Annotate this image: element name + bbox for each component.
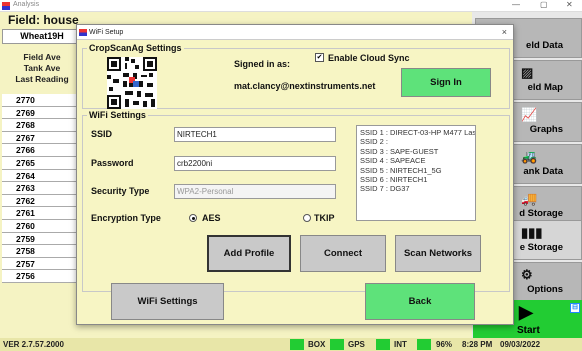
crop-label: Wheat19H	[2, 29, 82, 44]
encryption-aes-radio[interactable]	[189, 214, 197, 222]
sign-in-button[interactable]: Sign In	[401, 68, 491, 97]
dialog-title: WiFi Setup	[89, 29, 124, 36]
scan-networks-button[interactable]: Scan Networks	[395, 235, 481, 272]
sidebar-item-label: eld Data	[526, 40, 563, 51]
table-row: 2760	[2, 219, 78, 233]
list-item[interactable]: SSID 7 : DG37	[360, 184, 472, 193]
sidebar-item-label: e Storage	[519, 242, 563, 253]
list-item[interactable]: SSID 3 : SAPE-GUEST	[360, 147, 472, 156]
qr-code	[107, 57, 157, 109]
map-icon: ▨	[521, 65, 534, 80]
list-item[interactable]: SSID 5 : NIRTECH1_5G	[360, 166, 472, 175]
gps-indicator: GPS	[348, 340, 365, 349]
table-row: 2768	[2, 119, 78, 132]
cloud-sync-label: Enable Cloud Sync	[328, 53, 410, 63]
truck-icon: 🚚	[521, 191, 538, 206]
add-profile-button[interactable]: Add Profile	[207, 235, 291, 272]
connect-button[interactable]: Connect	[300, 235, 386, 272]
list-item[interactable]: SSID 2 :	[360, 137, 472, 146]
list-item[interactable]: SSID 4 : SAPEACE	[360, 156, 472, 165]
field-title: Field: house	[8, 13, 79, 27]
encryption-aes-label: AES	[202, 213, 221, 223]
field-ave-label: Field Ave	[23, 52, 61, 62]
tractor-icon: 🚜	[521, 149, 538, 164]
battery-level: 96%	[436, 340, 453, 349]
gps-indicator-light	[330, 339, 344, 350]
table-row: 2756	[2, 270, 78, 283]
dialog-app-icon	[79, 29, 87, 36]
table-row: 2763	[2, 182, 78, 195]
sidebar-item-label: Options	[527, 284, 563, 295]
sidebar-item-label: eld Map	[527, 82, 563, 93]
wifi-settings-legend: WiFi Settings	[89, 110, 146, 120]
ssid-field[interactable]: NIRTECH1	[174, 127, 336, 142]
app-titlebar: Analysis — ▢ ✕	[0, 0, 582, 12]
graph-icon: 📈	[521, 107, 538, 122]
encryption-type-label: Encryption Type	[91, 213, 161, 223]
table-row: 2769	[2, 106, 78, 120]
dialog-titlebar: WiFi Setup ×	[77, 25, 513, 40]
sidebar-item-label: ank Data	[523, 166, 563, 177]
minimize-button[interactable]: —	[512, 0, 520, 9]
dialog-close-button[interactable]: ×	[502, 27, 507, 37]
gear-icon: ⚙	[521, 267, 533, 282]
table-row: 2766	[2, 144, 78, 157]
int-indicator: INT	[394, 340, 407, 349]
version-text: VER 2.7.57.2000	[3, 340, 64, 349]
clock-time: 8:28 PM	[462, 340, 493, 349]
encryption-tkip-radio[interactable]	[303, 214, 311, 222]
wifi-setup-dialog: WiFi Setup × CropScanAg Settings ✔ Enabl…	[76, 24, 514, 325]
start-label: Start	[517, 325, 540, 336]
battery-indicator-light	[417, 339, 431, 350]
account-email: mat.clancy@nextinstruments.net	[234, 81, 376, 91]
table-row: 2764	[2, 169, 78, 183]
security-type-field: WPA2-Personal	[174, 184, 336, 199]
table-row: 2761	[2, 207, 78, 220]
play-icon: ▶	[519, 302, 533, 322]
table-row: 2762	[2, 194, 78, 208]
readings-table: 2770 2769 2768 2767 2766 2765 2764 2763 …	[2, 94, 78, 283]
close-button[interactable]: ✕	[566, 0, 573, 9]
signed-in-label: Signed in as:	[234, 59, 291, 69]
last-reading-label: Last Reading	[15, 74, 69, 84]
cloud-sync-checkbox[interactable]: ✔	[315, 53, 324, 62]
table-row: 2759	[2, 232, 78, 246]
sidebar-item-label: d Storage	[519, 208, 563, 219]
box-indicator-light	[290, 339, 304, 350]
password-label: Password	[91, 158, 134, 168]
back-button[interactable]: Back	[365, 283, 475, 320]
table-row: 2758	[2, 245, 78, 258]
table-row: 2757	[2, 257, 78, 271]
int-indicator-light	[376, 339, 390, 350]
window-switch-icon[interactable]: ⊟	[570, 303, 580, 313]
qr-code-image	[107, 57, 157, 109]
bins-icon: ▮▮▮	[521, 225, 543, 240]
clock-date: 09/03/2022	[500, 340, 541, 349]
ssid-list[interactable]: SSID 1 : DIRECT-03-HP M477 Lase SSID 2 :…	[356, 125, 476, 221]
password-field[interactable]: crb2200ni	[174, 156, 336, 171]
ssid-label: SSID	[91, 129, 113, 139]
maximize-button[interactable]: ▢	[540, 0, 548, 9]
tank-ave-label: Tank Ave	[23, 63, 61, 73]
wifi-settings-button[interactable]: WiFi Settings	[111, 283, 224, 320]
status-bar: VER 2.7.57.2000 BOX GPS INT 96% 8:28 PM …	[0, 338, 582, 351]
cropscan-legend: CropScanAg Settings	[89, 43, 182, 53]
app-title: Analysis	[13, 1, 40, 8]
table-row: 2770	[2, 94, 78, 107]
list-item[interactable]: SSID 1 : DIRECT-03-HP M477 Lase	[360, 128, 475, 137]
table-row: 2765	[2, 156, 78, 170]
security-type-label: Security Type	[91, 186, 150, 196]
sidebar-item-label: Graphs	[529, 124, 563, 135]
encryption-tkip-label: TKIP	[314, 213, 335, 223]
app-icon	[2, 2, 10, 10]
list-item[interactable]: SSID 6 : NIRTECH1	[360, 175, 472, 184]
table-row: 2767	[2, 131, 78, 145]
box-indicator: BOX	[308, 340, 326, 349]
